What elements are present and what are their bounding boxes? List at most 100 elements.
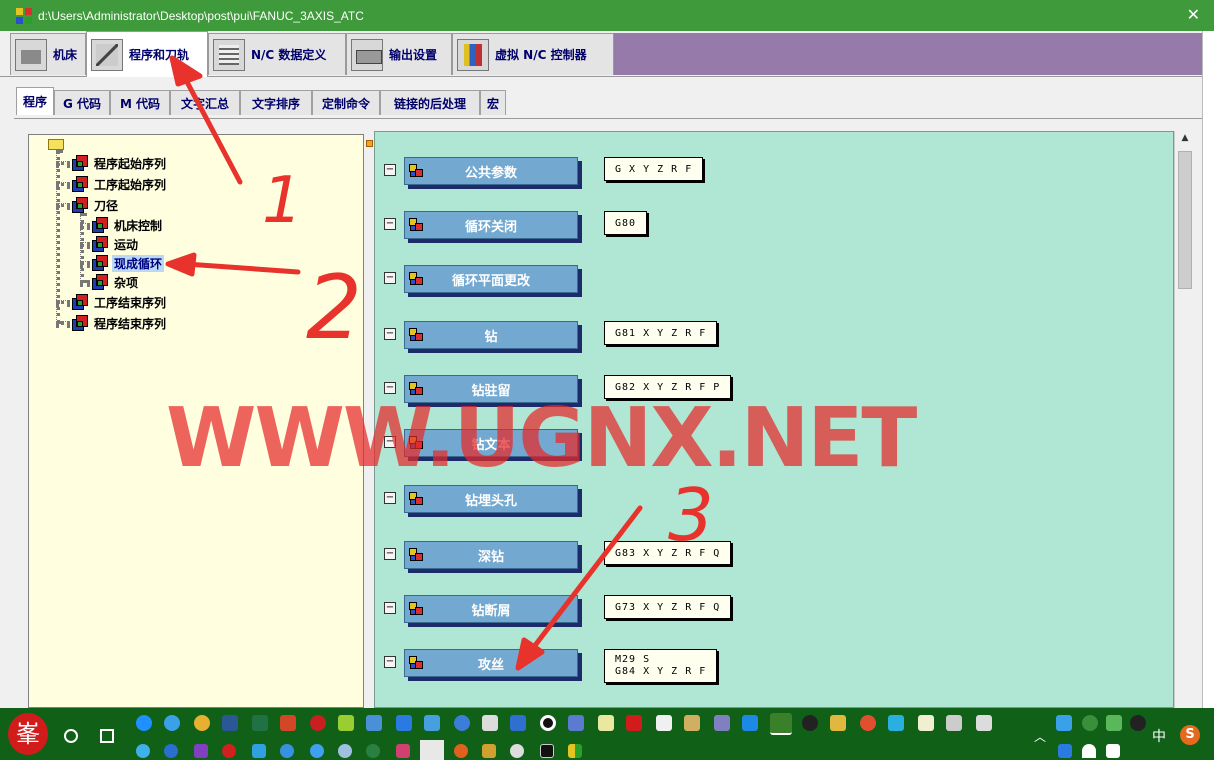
document-icon[interactable] [976,715,992,731]
collapse-icon[interactable]: − [384,164,396,176]
app-grid-icon[interactable] [510,715,526,731]
network-icon[interactable] [482,715,498,731]
cycle-button-drill-csink[interactable]: 钻埋头孔 [404,485,578,513]
tray-wechat-icon[interactable] [1082,715,1098,731]
subtab-g-code[interactable]: G 代码 [54,90,110,115]
media-player-icon[interactable] [888,715,904,731]
subtab-macro[interactable]: 宏 [480,90,506,115]
collapse-icon[interactable]: − [384,272,396,284]
subtab-word-sequencing[interactable]: 文字排序 [240,90,312,115]
tab-program-and-toolpath[interactable]: 程序和刀轨 [86,31,208,77]
tree-item-miscellaneous[interactable]: 杂项 [80,273,140,291]
close-icon[interactable]: ✕ [1187,5,1200,24]
tree-item-program-start[interactable]: 程序起始序列 [56,154,168,172]
tray-s-icon[interactable]: S [1180,725,1200,745]
excel-icon[interactable] [252,715,268,731]
tree-item-toolpath[interactable]: 刀径 [56,196,120,214]
tree-item-motion[interactable]: 运动 [80,235,140,253]
qq-icon[interactable] [802,715,818,731]
collapse-icon[interactable]: − [384,436,396,448]
tab-output-settings[interactable]: 输出设置 [346,33,452,75]
cycle-button-cycle-plane-change[interactable]: 循环平面更改 [404,265,578,293]
cycle-button-drill-break-chip[interactable]: 钻断屑 [404,595,578,623]
block-template[interactable]: G81 X Y Z R F [604,321,718,345]
browser-2-icon[interactable] [860,715,876,731]
word-icon[interactable] [222,715,238,731]
wifi-icon[interactable] [1082,744,1096,758]
subtab-program[interactable]: 程序 [16,87,54,115]
cycle-button-drill-text[interactable]: 钻文本 [404,429,578,457]
app-row2-2-icon[interactable] [164,744,178,758]
wechat-icon[interactable] [770,713,792,735]
block-template[interactable]: M29 S G84 X Y Z R F [604,649,718,683]
k-app-icon[interactable] [454,715,470,731]
post-builder-icon[interactable] [568,744,582,758]
app-row2-8-icon[interactable] [338,744,352,758]
calculator-icon[interactable] [946,715,962,731]
tray-icon-1[interactable] [1056,715,1072,731]
edge-icon[interactable] [136,715,152,731]
collapse-icon[interactable]: − [384,492,396,504]
pdf-2-icon[interactable] [482,744,496,758]
block-template[interactable]: G80 [604,211,648,235]
tab-machine[interactable]: 机床 [10,33,86,75]
tray-qq-icon[interactable] [1130,715,1146,731]
input-method-indicator[interactable]: 中 [1152,726,1166,746]
tree-item-canned-cycle[interactable]: 现成循环 [80,254,165,272]
app-row2-1-icon[interactable] [136,744,150,758]
collapse-icon[interactable]: − [384,548,396,560]
vertical-scrollbar[interactable]: ▲ [1174,131,1194,708]
record-icon[interactable] [540,715,556,731]
tree-item-operation-start[interactable]: 工序起始序列 [56,175,168,193]
pdf-icon[interactable] [626,715,642,731]
collapse-icon[interactable]: − [384,656,396,668]
task-view-icon[interactable] [100,729,114,743]
ie-icon[interactable] [164,715,180,731]
active-app-icon[interactable] [420,740,444,760]
collapse-icon[interactable]: − [384,218,396,230]
subtab-m-code[interactable]: M 代码 [110,90,170,115]
tools-icon[interactable] [742,715,758,731]
cycle-button-drill[interactable]: 钻 [404,321,578,349]
scrollbar-thumb[interactable] [1178,151,1192,289]
subtab-word-summary[interactable]: 文字汇总 [170,90,240,115]
scroll-up-arrow-icon[interactable]: ▲ [1177,133,1193,149]
device-icon[interactable] [568,715,584,731]
p-app-icon[interactable] [684,715,700,731]
settings-icon[interactable] [510,744,524,758]
tree-item-machine-control[interactable]: 机床控制 [80,216,164,234]
globe-icon[interactable] [366,744,380,758]
chrome-icon[interactable] [194,715,210,731]
tree-item-operation-end[interactable]: 工序结束序列 [56,293,168,311]
cycle-button-common-parameters[interactable]: 公共参数 [404,157,578,185]
cloud-icon[interactable] [280,744,294,758]
collapse-icon[interactable]: − [384,328,396,340]
show-hidden-icons-chevron[interactable]: ︿ [1034,728,1046,745]
search-icon[interactable] [64,729,78,743]
terminal-icon[interactable] [540,744,554,758]
cycle-button-cycle-off[interactable]: 循环关闭 [404,211,578,239]
app-row2-3-icon[interactable] [194,744,208,758]
folder-taskbar-icon[interactable] [830,715,846,731]
app-row2-12-icon[interactable] [454,744,468,758]
photos-icon[interactable] [424,715,440,731]
tray-icon-3[interactable] [1106,715,1122,731]
subtab-custom-command[interactable]: 定制命令 [312,90,380,115]
start-button[interactable]: 峯 [8,713,48,755]
notepad-icon[interactable] [338,715,354,731]
cycle-button-drill-dwell[interactable]: 钻驻留 [404,375,578,403]
subtab-linked-posts[interactable]: 链接的后处理 [380,90,480,115]
splitter-handle[interactable] [366,140,373,147]
block-template[interactable]: G83 X Y Z R F Q [604,541,732,565]
plane-icon[interactable] [366,715,382,731]
books-icon[interactable] [714,715,730,731]
tab-virtual-nc-controller[interactable]: 虚拟 N/C 控制器 [452,33,614,75]
block-template[interactable]: G X Y Z R F [604,157,704,181]
cloud-2-icon[interactable] [310,744,324,758]
notes-icon[interactable] [598,715,614,731]
app-row2-10-icon[interactable] [396,744,410,758]
collapse-icon[interactable]: − [384,382,396,394]
block-template[interactable]: G73 X Y Z R F Q [604,595,732,619]
collapse-icon[interactable]: − [384,602,396,614]
shield-icon[interactable] [396,715,412,731]
